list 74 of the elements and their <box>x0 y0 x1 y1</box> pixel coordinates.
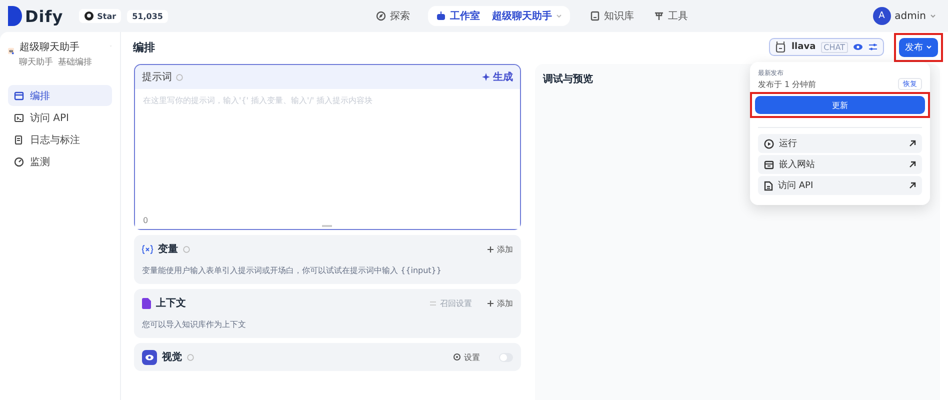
app-switcher[interactable]: 超级聊天助手 <box>488 6 570 26</box>
publish-time: 发布于 1 分钟前 <box>758 78 816 90</box>
chevron-down-icon <box>930 13 936 19</box>
sidebar-item[interactable]: 编排 <box>8 85 112 106</box>
compass-icon <box>376 11 386 21</box>
model-selector[interactable]: llava CHAT <box>769 38 884 56</box>
user-avatar[interactable]: A <box>872 7 891 25</box>
menu-link[interactable]: 运行 <box>758 134 922 153</box>
generate-button[interactable]: 生成 <box>482 70 513 84</box>
variable-icon <box>142 244 153 254</box>
section-title: 上下文 <box>156 296 186 310</box>
section-description: 您可以导入知识库作为上下文 <box>142 319 247 331</box>
arrow-up-right-icon <box>909 140 916 147</box>
document-icon <box>14 134 24 144</box>
info-icon <box>176 74 183 80</box>
gauge-icon <box>14 156 24 166</box>
app-name[interactable]: 超级聊天助手 <box>19 40 106 54</box>
sidebar-item[interactable]: 日志与标注 <box>8 129 112 150</box>
logo-icon <box>8 6 22 26</box>
update-button[interactable]: 更新 <box>755 96 925 114</box>
logo-text: Dify <box>25 6 64 26</box>
book-icon <box>590 11 600 21</box>
settings-icon <box>453 353 461 361</box>
star-count: 51,035 <box>127 10 168 22</box>
section-title: 视觉 <box>162 350 182 364</box>
window-icon <box>764 160 774 170</box>
github-icon <box>84 11 94 21</box>
section-title: 变量 <box>158 242 178 256</box>
arrow-up-right-icon <box>909 182 916 189</box>
menu-link[interactable]: 访问 API <box>758 176 922 195</box>
app-type: 聊天助手 <box>19 56 54 68</box>
eye-icon <box>853 43 863 51</box>
add-button[interactable]: 添加 <box>487 298 513 308</box>
robot-icon <box>775 41 786 53</box>
section-description: 变量能使用户输入表单引入提示词或开场白，你可以试试在提示词中输入 {{input}} <box>142 265 442 277</box>
sliders-icon[interactable] <box>868 42 878 52</box>
play-icon <box>764 138 774 148</box>
user-name[interactable]: admin <box>894 10 926 22</box>
menu-link[interactable]: 嵌入网站 <box>758 155 922 174</box>
sidebar-item[interactable]: 访问 API <box>8 107 112 128</box>
settings-button[interactable]: 设置 <box>453 352 480 362</box>
layout-icon <box>14 90 24 100</box>
document-icon <box>142 298 151 308</box>
info-icon <box>187 354 194 360</box>
nav-tab[interactable]: 工具 <box>646 6 696 26</box>
tool-icon <box>654 11 664 21</box>
sidebar-item[interactable]: 监测 <box>8 151 112 172</box>
publish-button[interactable]: 发布 <box>899 38 938 56</box>
nav-tab[interactable]: 探索 <box>368 6 418 26</box>
github-star-button[interactable]: Star <box>79 9 122 23</box>
robot-icon <box>436 11 446 21</box>
model-name: llava <box>791 42 816 52</box>
sparkle-icon <box>482 73 490 81</box>
eye-icon <box>142 350 157 364</box>
app-mode: 基础编排 <box>58 56 92 68</box>
info-icon <box>183 246 190 252</box>
nav-tab[interactable]: 工作室 <box>428 6 488 26</box>
chevron-down-icon <box>556 13 562 19</box>
resize-handle[interactable] <box>322 225 332 227</box>
document-icon <box>764 180 773 190</box>
model-tag: CHAT <box>820 42 848 52</box>
arrow-up-right-icon <box>909 161 916 168</box>
add-button[interactable]: 添加 <box>487 244 513 254</box>
page-title: 编排 <box>133 40 155 54</box>
preview-title: 调试与预览 <box>543 74 593 85</box>
plus-icon <box>487 246 494 252</box>
prompt-editor[interactable]: 提示词 生成 在这里写你的提示词，输入'{' 插入变量、输入'/' 插入提示内容块 0 <box>134 64 521 230</box>
vision-toggle[interactable] <box>499 352 513 362</box>
character-count: 0 <box>143 216 148 225</box>
chevron-down-icon <box>926 44 932 50</box>
plus-icon <box>487 300 494 306</box>
prompt-title: 提示词 <box>142 71 172 84</box>
terminal-icon <box>14 112 24 122</box>
nav-tab[interactable]: 知识库 <box>582 6 642 26</box>
